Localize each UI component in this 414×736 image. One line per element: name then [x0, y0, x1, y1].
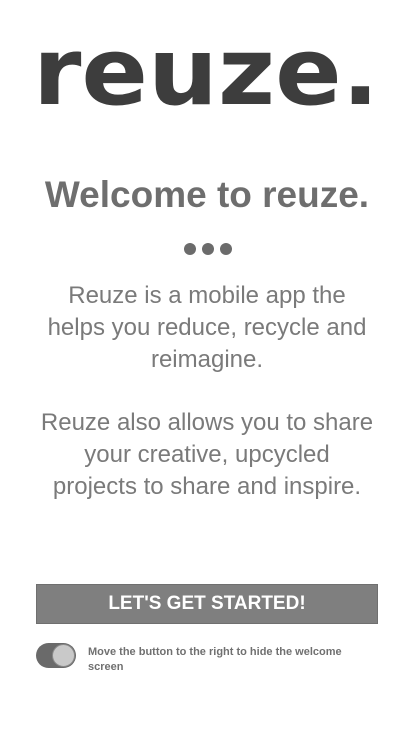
logo-wordmark: reuze.: [33, 18, 379, 127]
welcome-title: Welcome to reuze.: [44, 174, 370, 215]
share-paragraph: Reuze also allows you to share your crea…: [40, 409, 374, 500]
dot-icon: [184, 243, 196, 255]
dot-icon: [202, 243, 214, 255]
toggle-label: Move the button to the right to hide the…: [88, 646, 342, 673]
logo-text: reuze.: [33, 18, 379, 118]
dot-icon: [220, 243, 232, 255]
toggle-knob[interactable]: [52, 644, 75, 667]
get-started-button[interactable]: LET'S GET STARTED!: [36, 584, 378, 624]
hide-welcome-toggle[interactable]: [36, 643, 76, 668]
intro-paragraph: Reuze is a mobile app the helps you redu…: [47, 282, 367, 373]
app-logo: reuze.: [33, 18, 379, 127]
ellipsis-icon: [184, 243, 232, 257]
